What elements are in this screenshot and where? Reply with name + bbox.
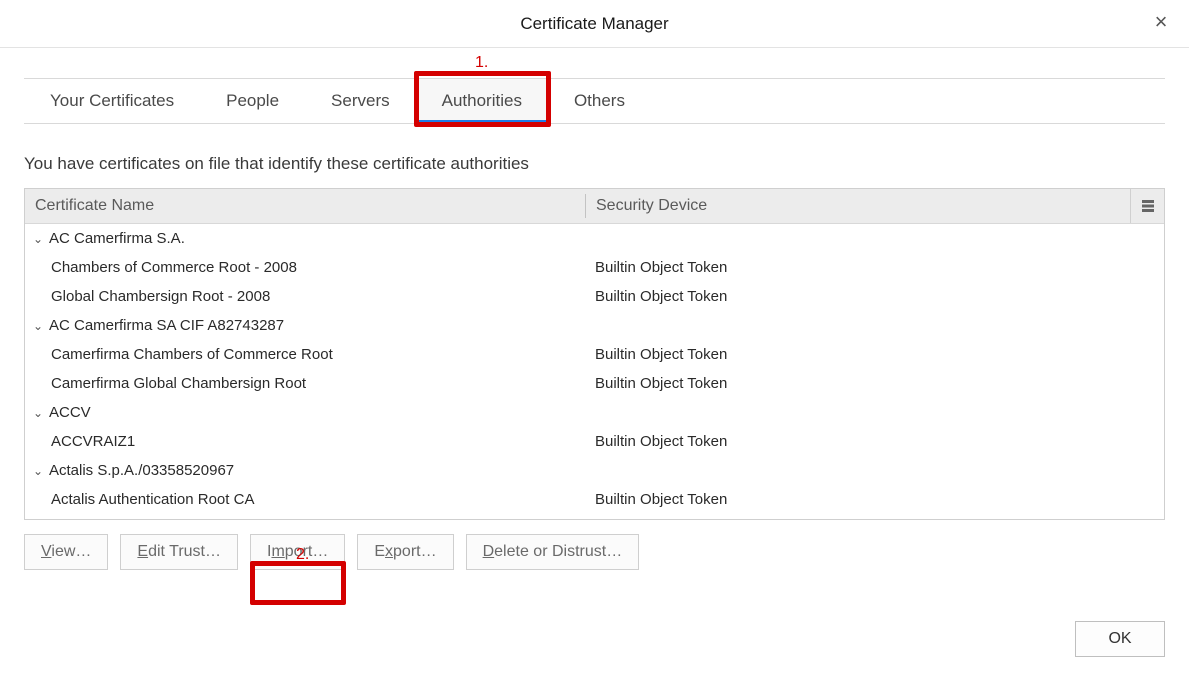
titlebar: Certificate Manager ×: [0, 0, 1189, 48]
cell-certificate-name: ACCVRAIZ1: [25, 433, 585, 450]
chevron-down-icon[interactable]: ⌄: [27, 232, 49, 246]
close-icon[interactable]: ×: [1147, 8, 1175, 36]
edit-trust-button[interactable]: Edit Trust…: [120, 534, 238, 570]
chevron-down-icon[interactable]: ⌄: [27, 464, 49, 478]
btn-text: dit Trust…: [148, 543, 221, 560]
tree-child-row[interactable]: Camerfirma Global Chambersign Root Builti…: [25, 369, 1164, 398]
cell-security-device: Builtin Object Token: [585, 346, 727, 363]
cell-security-device: Builtin Object Token: [585, 259, 727, 276]
cell-security-device: Builtin Object Token: [585, 433, 727, 450]
cell-certificate-name: Chambers of Commerce Root - 2008: [25, 259, 585, 276]
cell-certificate-name: ⌄ACCV: [25, 404, 585, 421]
window-title: Certificate Manager: [520, 14, 668, 34]
table-header: Certificate Name Security Device: [25, 189, 1164, 224]
tab-people[interactable]: People: [200, 79, 305, 123]
certificate-name-text: Chambers of Commerce Root - 2008: [51, 259, 297, 276]
certificate-name-text: ACCV: [49, 404, 91, 421]
certificate-name-text: Camerfirma Chambers of Commerce Root: [51, 346, 333, 363]
certificate-name-text: AC Camerfirma SA CIF A82743287: [49, 317, 284, 334]
cell-certificate-name: Actalis Authentication Root CA: [25, 491, 585, 508]
cell-certificate-name: ⌄AC Camerfirma SA CIF A82743287: [25, 317, 585, 334]
table-body[interactable]: ⌄AC Camerfirma S.A.Chambers of Commerce …: [25, 224, 1164, 519]
btn-text: E: [374, 543, 385, 560]
certificate-name-text: ACCVRAIZ1: [51, 433, 135, 450]
certificate-name-text: AC Camerfirma S.A.: [49, 230, 185, 247]
tab-label: People: [226, 91, 279, 111]
tree-child-row[interactable]: Camerfirma Chambers of Commerce Root Buil…: [25, 340, 1164, 369]
tree-child-row[interactable]: ACCVRAIZ1 Builtin Object Token: [25, 427, 1164, 456]
view-button[interactable]: View…: [24, 534, 108, 570]
tree-group-row[interactable]: ⌄Actalis S.p.A./03358520967: [25, 456, 1164, 485]
ok-button[interactable]: OK: [1075, 621, 1165, 657]
ok-row: OK: [1075, 621, 1165, 657]
certificate-name-text: Actalis Authentication Root CA: [51, 491, 254, 508]
action-button-row: View… Edit Trust… Import… Export… Delete…: [24, 534, 1165, 570]
tree-group-row[interactable]: ⌄ACCV: [25, 398, 1164, 427]
cell-security-device: Builtin Object Token: [585, 288, 727, 305]
export-button[interactable]: Export…: [357, 534, 453, 570]
tree-child-row[interactable]: Chambers of Commerce Root - 2008 Builtin …: [25, 253, 1164, 282]
btn-text: port…: [393, 543, 437, 560]
column-header-name[interactable]: Certificate Name: [25, 189, 585, 223]
annotation-label-1: 1.: [475, 54, 488, 72]
tree-group-row[interactable]: ⌄AC Camerfirma S.A.: [25, 224, 1164, 253]
cell-certificate-name: ⌄Actalis S.p.A./03358520967: [25, 462, 585, 479]
tree-group-row[interactable]: ⌄AddTrust AB: [25, 514, 1164, 519]
tree-child-row[interactable]: Actalis Authentication Root CA Builtin Ob…: [25, 485, 1164, 514]
tab-your-certificates[interactable]: Your Certificates: [24, 79, 200, 123]
tab-servers[interactable]: Servers: [305, 79, 416, 123]
import-button[interactable]: Import…: [250, 534, 345, 570]
description-text: You have certificates on file that ident…: [24, 154, 1165, 174]
tab-bar: Your Certificates People Servers Authori…: [24, 78, 1165, 124]
cell-certificate-name: Global Chambersign Root - 2008: [25, 288, 585, 305]
tree-group-row[interactable]: ⌄AC Camerfirma SA CIF A82743287: [25, 311, 1164, 340]
btn-text: iew…: [51, 543, 91, 560]
column-header-device[interactable]: Security Device: [586, 189, 1130, 223]
cell-certificate-name: Camerfirma Chambers of Commerce Root: [25, 346, 585, 363]
dialog-content: Your Certificates People Servers Authori…: [0, 78, 1189, 570]
btn-text: port…: [285, 543, 329, 560]
certificate-name-text: Actalis S.p.A./03358520967: [49, 462, 234, 479]
tab-label: Authorities: [442, 91, 522, 111]
certificate-name-text: Global Chambersign Root - 2008: [51, 288, 270, 305]
certificate-manager-dialog: Certificate Manager × Your Certificates …: [0, 0, 1189, 675]
tab-others[interactable]: Others: [548, 79, 651, 123]
delete-distrust-button[interactable]: Delete or Distrust…: [466, 534, 640, 570]
tab-authorities[interactable]: Authorities: [416, 79, 548, 123]
tab-label: Your Certificates: [50, 91, 174, 111]
cell-certificate-name: Camerfirma Global Chambersign Root: [25, 375, 585, 392]
cell-certificate-name: ⌄AC Camerfirma S.A.: [25, 230, 585, 247]
chevron-down-icon[interactable]: ⌄: [27, 319, 49, 333]
cell-security-device: Builtin Object Token: [585, 491, 727, 508]
certificate-table: Certificate Name Security Device ⌄AC Cam…: [24, 188, 1165, 520]
cell-security-device: Builtin Object Token: [585, 375, 727, 392]
tab-label: Others: [574, 91, 625, 111]
chevron-down-icon[interactable]: ⌄: [27, 406, 49, 420]
tree-child-row[interactable]: Global Chambersign Root - 2008 Builtin Ob…: [25, 282, 1164, 311]
tab-label: Servers: [331, 91, 390, 111]
column-picker-icon[interactable]: [1130, 189, 1164, 223]
btn-text: elete or Distrust…: [494, 543, 622, 560]
certificate-name-text: Camerfirma Global Chambersign Root: [51, 375, 306, 392]
